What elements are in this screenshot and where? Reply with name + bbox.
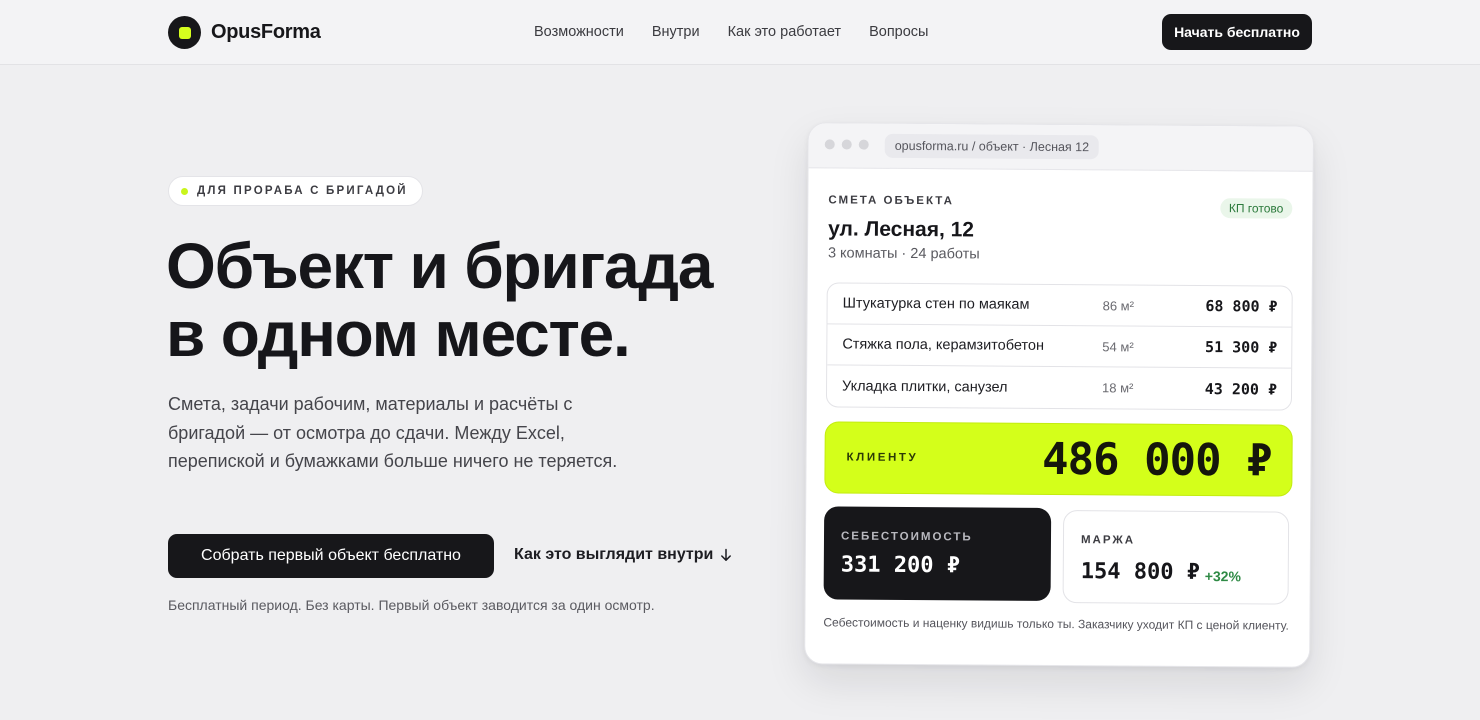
margin-label: МАРЖА [1080,534,1136,547]
card-note: Себестоимость и наценку видишь только ты… [823,615,1289,633]
item-quantity: 86 м² [1102,297,1135,314]
cost-label: СЕБЕСТОИМОСТЬ [840,530,973,544]
audience-badge: ДЛЯ ПРОРАБА С БРИГАДОЙ [168,176,423,206]
item-sum: 51 300 ₽ [1205,338,1278,357]
item-sum: 68 800 ₽ [1205,297,1278,316]
object-address: ул. Лесная, 12 [828,217,975,242]
see-inside-link[interactable]: Как это выглядит внутри [514,546,733,564]
address-bar: opusforma.ru / объект · Лесная 12 [884,133,1100,160]
item-name: Стяжка пола, керамзитобетон [842,336,1045,354]
hero-title: Объект и бригада в одном месте. [166,230,713,370]
logo[interactable]: OpusForma [168,16,321,49]
window-dot-icon [858,139,869,150]
item-name: Укладка плитки, санузел [842,377,1008,396]
build-first-object-button[interactable]: Собрать первый объект бесплатно [168,534,494,578]
client-total-value: 486 000 ₽ [1041,433,1272,487]
list-item: Стяжка пола, керамзитобетон 54 м² 51 300… [827,324,1292,369]
main-nav: Возможности Внутри Как это работает Вопр… [534,24,928,40]
nav-item-features[interactable]: Возможности [534,24,624,40]
nav-item-inside[interactable]: Внутри [652,24,700,40]
window-dot-icon [841,139,852,150]
estimate-label: СМЕТА ОБЪЕКТА [828,194,954,208]
list-item: Штукатурка стен по маякам 86 м² 68 800 ₽ [827,283,1292,328]
client-label: КЛИЕНТУ [846,451,919,465]
estimate-items: Штукатурка стен по маякам 86 м² 68 800 ₽… [825,282,1293,411]
object-meta: 3 комнаты · 24 работы [827,245,980,263]
margin-percent: +32% [1204,568,1241,585]
item-name: Штукатурка стен по маякам [842,295,1030,313]
badge-text: ДЛЯ ПРОРАБА С БРИГАДОЙ [197,185,408,197]
nav-item-how-it-works[interactable]: Как это работает [728,24,841,40]
hero-description: Смета, задачи рабочим, материалы и расчё… [168,394,618,471]
margin-panel: МАРЖА 154 800 ₽ +32% [1062,510,1290,605]
item-sum: 43 200 ₽ [1204,379,1278,399]
see-inside-label: Как это выглядит внутри [514,546,714,563]
window-dots [824,139,869,150]
item-quantity: 54 м² [1102,338,1134,355]
start-free-button[interactable]: Начать бесплатно [1162,14,1312,50]
window-dot-icon [824,139,835,150]
site-header: OpusForma Возможности Внутри Как это раб… [0,0,1480,65]
browser-bar: opusforma.ru / объект · Лесная 12 [808,123,1313,172]
logo-icon [168,16,201,49]
cost-value: 331 200 ₽ [840,552,961,579]
cost-panel: СЕБЕСТОИМОСТЬ 331 200 ₽ [823,506,1052,601]
client-total-panel: КЛИЕНТУ 486 000 ₽ [824,421,1293,497]
brand-name: OpusForma [211,21,321,43]
status-badge: КП готово [1219,198,1293,219]
arrow-down-icon [721,548,732,561]
trial-note: Бесплатный период. Без карты. Первый объ… [168,597,655,613]
nav-item-faq[interactable]: Вопросы [869,24,928,40]
margin-value: 154 800 ₽ [1080,559,1201,585]
list-item: Укладка плитки, санузел 18 м² 43 200 ₽ [827,365,1291,409]
estimate-preview-card: opusforma.ru / объект · Лесная 12 СМЕТА … [804,122,1314,668]
item-quantity: 18 м² [1101,380,1134,396]
badge-dot-icon [181,187,188,195]
